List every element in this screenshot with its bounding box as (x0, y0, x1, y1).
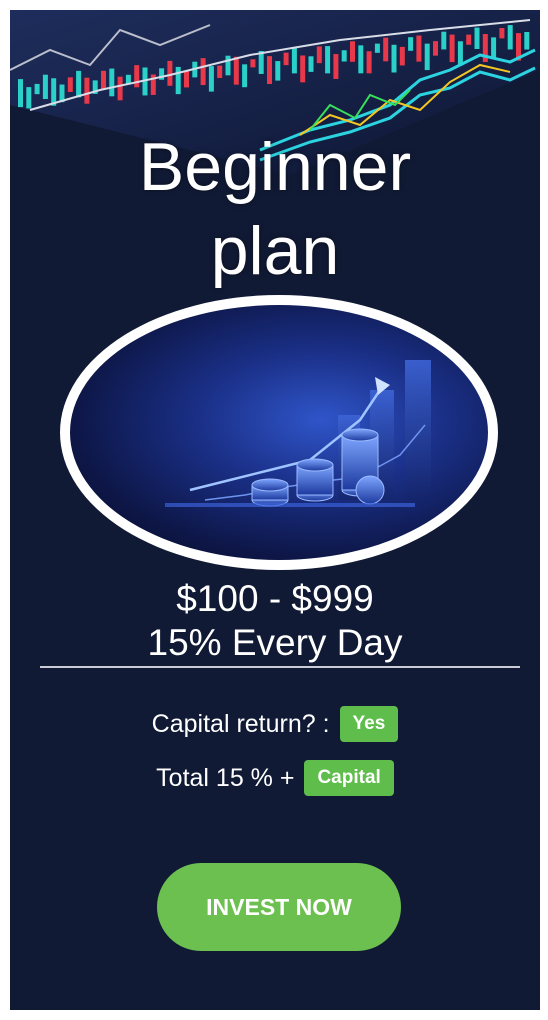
banner-candle (399, 46, 405, 66)
banner-candle (325, 46, 331, 74)
banner-candle (507, 25, 513, 50)
banner-candle (67, 77, 73, 92)
invest-now-button[interactable]: INVEST NOW (157, 863, 401, 951)
banner-candle (109, 68, 115, 97)
daily-rate: 15% Every Day (147, 622, 403, 663)
banner-candle (101, 70, 106, 90)
capital-return-label: Capital return? : (151, 709, 330, 738)
banner-candle (283, 52, 289, 66)
banner-candle (76, 70, 82, 98)
banner-candle (208, 66, 214, 92)
banner-candle (499, 28, 505, 39)
banner-candle (42, 74, 48, 100)
banner-candle (433, 41, 438, 56)
banner-candle (341, 50, 347, 62)
banner-candle (117, 76, 123, 101)
banner-candle (242, 64, 248, 88)
banner-candle (391, 44, 397, 73)
banner-candle (267, 56, 272, 85)
banner-candle (18, 79, 23, 108)
banner-candle (366, 51, 372, 74)
banner-candle (474, 27, 480, 49)
total-row: Total 15 % + Capital (10, 760, 540, 796)
banner-candle (34, 83, 40, 95)
banner-candle (167, 60, 173, 86)
growth-chart-illustration (60, 295, 498, 570)
banner-candle (250, 59, 256, 68)
capital-return-badge: Yes (339, 706, 399, 742)
banner-candle (291, 47, 297, 74)
price-range: $100 - $999 (176, 578, 374, 619)
total-label: Total 15 % + (156, 763, 295, 792)
banner-candle (524, 31, 530, 50)
banner-candle (258, 51, 264, 74)
banner-candle (51, 78, 57, 106)
banner-candle (184, 70, 189, 88)
banner-candle (449, 34, 455, 63)
banner-candle (134, 65, 140, 88)
capital-return-row: Capital return? : Yes (10, 706, 540, 742)
banner-candle (84, 77, 90, 104)
capital-badge: Capital (304, 760, 394, 796)
banner-candle (308, 56, 314, 72)
banner-candle (457, 41, 463, 66)
plan-card: Beginner plan $100 - $999 15% Every Day … (10, 10, 540, 1010)
banner-candle (424, 43, 430, 71)
plan-title: Beginner plan (10, 125, 540, 293)
banner-candle (350, 41, 355, 62)
banner-candle (275, 61, 281, 81)
divider (40, 666, 520, 668)
banner-candle (233, 56, 239, 85)
banner-candle (300, 55, 306, 83)
banner-candle (491, 37, 497, 59)
banner-candle (175, 66, 181, 95)
plan-title-line2: plan (210, 213, 340, 289)
banner-candle (408, 37, 414, 51)
banner-candle (416, 35, 422, 62)
banner-candle (316, 46, 322, 64)
banner-candle (225, 55, 231, 76)
banner-candle (441, 31, 447, 50)
banner-candle (26, 87, 32, 109)
banner-candle (200, 58, 206, 86)
banner-candle (333, 54, 339, 79)
plan-title-line1: Beginner (138, 129, 412, 205)
banner-candle (217, 65, 223, 78)
banner-candle (374, 43, 380, 53)
banner-candle (358, 45, 364, 74)
banner-candle (383, 37, 389, 62)
banner-candle (466, 34, 472, 45)
